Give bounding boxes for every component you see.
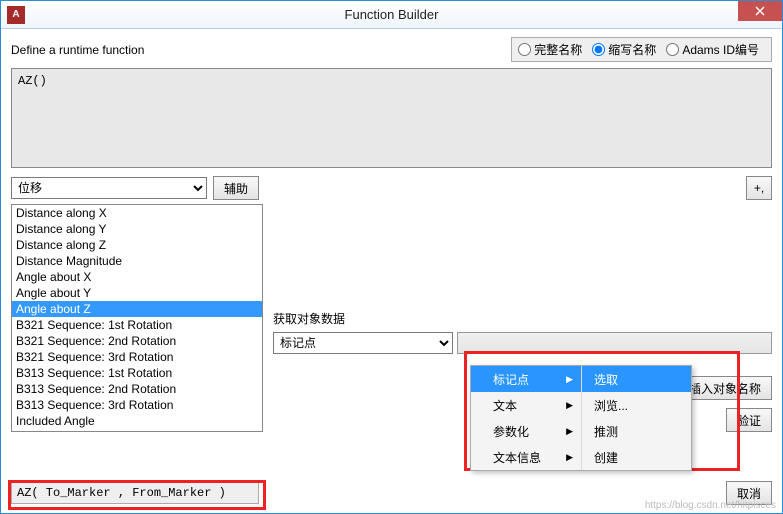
verify-button[interactable]: 验证 xyxy=(726,408,772,432)
context-menu[interactable]: 标记点▶选取文本▶浏览...参数化▶推测文本信息▶创建 xyxy=(470,365,692,471)
context-menu-right[interactable]: 创建 xyxy=(581,444,691,470)
function-signature: AZ( To_Marker , From_Marker ) xyxy=(11,482,259,504)
function-list-item[interactable]: B313 Sequence: 2nd Rotation xyxy=(12,381,262,397)
object-field[interactable] xyxy=(457,332,772,354)
function-list[interactable]: Distance along XDistance along YDistance… xyxy=(11,204,263,432)
function-list-item[interactable]: Included Angle xyxy=(12,413,262,429)
app-icon: A xyxy=(7,6,25,24)
function-list-item[interactable]: Angle about Z xyxy=(12,301,262,317)
function-list-item[interactable]: Distance along X xyxy=(12,205,262,221)
context-menu-right[interactable]: 推测 xyxy=(581,418,691,444)
function-list-item[interactable]: B313 Sequence: 1st Rotation xyxy=(12,365,262,381)
function-list-item[interactable]: Distance Magnitude xyxy=(12,253,262,269)
submenu-arrow-icon: ▶ xyxy=(566,426,573,437)
context-menu-right[interactable]: 选取 xyxy=(581,366,691,392)
close-icon xyxy=(755,6,765,16)
plus-button[interactable]: +, xyxy=(746,176,772,200)
submenu-arrow-icon: ▶ xyxy=(566,400,573,411)
watermark: https://blog.csdn.net/hitpisces xyxy=(645,500,776,511)
submenu-arrow-icon: ▶ xyxy=(566,452,573,463)
name-mode-radiogroup: 完整名称 缩写名称 Adams ID编号 xyxy=(511,37,772,62)
context-menu-row[interactable]: 参数化▶推测 xyxy=(471,418,691,444)
function-list-item[interactable]: Angle about X xyxy=(12,269,262,285)
function-list-item[interactable]: B321 Sequence: 2nd Rotation xyxy=(12,333,262,349)
function-list-item[interactable]: B313 Sequence: 3rd Rotation xyxy=(12,397,262,413)
function-list-item[interactable]: Distance along Y xyxy=(12,221,262,237)
context-menu-row[interactable]: 标记点▶选取 xyxy=(471,366,691,392)
get-object-label: 获取对象数据 xyxy=(273,310,772,327)
context-menu-left[interactable]: 参数化▶ xyxy=(471,418,581,444)
context-menu-left[interactable]: 标记点▶ xyxy=(471,366,581,392)
define-label: Define a runtime function xyxy=(11,43,144,57)
context-menu-right[interactable]: 浏览... xyxy=(581,392,691,418)
context-menu-row[interactable]: 文本▶浏览... xyxy=(471,392,691,418)
radio-short-name[interactable]: 缩写名称 xyxy=(592,41,656,58)
submenu-arrow-icon: ▶ xyxy=(566,374,573,385)
context-menu-left[interactable]: 文本▶ xyxy=(471,392,581,418)
insert-object-name-button[interactable]: 插入对象名称 xyxy=(678,376,772,400)
object-type-dropdown[interactable]: 标记点 xyxy=(273,332,453,354)
function-body-textarea[interactable]: AZ() xyxy=(11,68,772,168)
context-menu-row[interactable]: 文本信息▶创建 xyxy=(471,444,691,470)
window-title: Function Builder xyxy=(345,7,439,22)
category-dropdown[interactable]: 位移 xyxy=(11,177,207,199)
radio-adams-id[interactable]: Adams ID编号 xyxy=(666,41,759,58)
function-list-item[interactable]: B321 Sequence: 1st Rotation xyxy=(12,317,262,333)
context-menu-left[interactable]: 文本信息▶ xyxy=(471,444,581,470)
function-list-item[interactable]: Angle about Y xyxy=(12,285,262,301)
assist-button[interactable]: 辅助 xyxy=(213,176,259,200)
function-list-item[interactable]: Distance along Z xyxy=(12,237,262,253)
title-bar: A Function Builder xyxy=(1,1,782,29)
radio-full-name[interactable]: 完整名称 xyxy=(518,41,582,58)
function-list-item[interactable]: Modal Displacement xyxy=(12,429,262,432)
function-list-item[interactable]: B321 Sequence: 3rd Rotation xyxy=(12,349,262,365)
close-button[interactable] xyxy=(738,1,782,21)
